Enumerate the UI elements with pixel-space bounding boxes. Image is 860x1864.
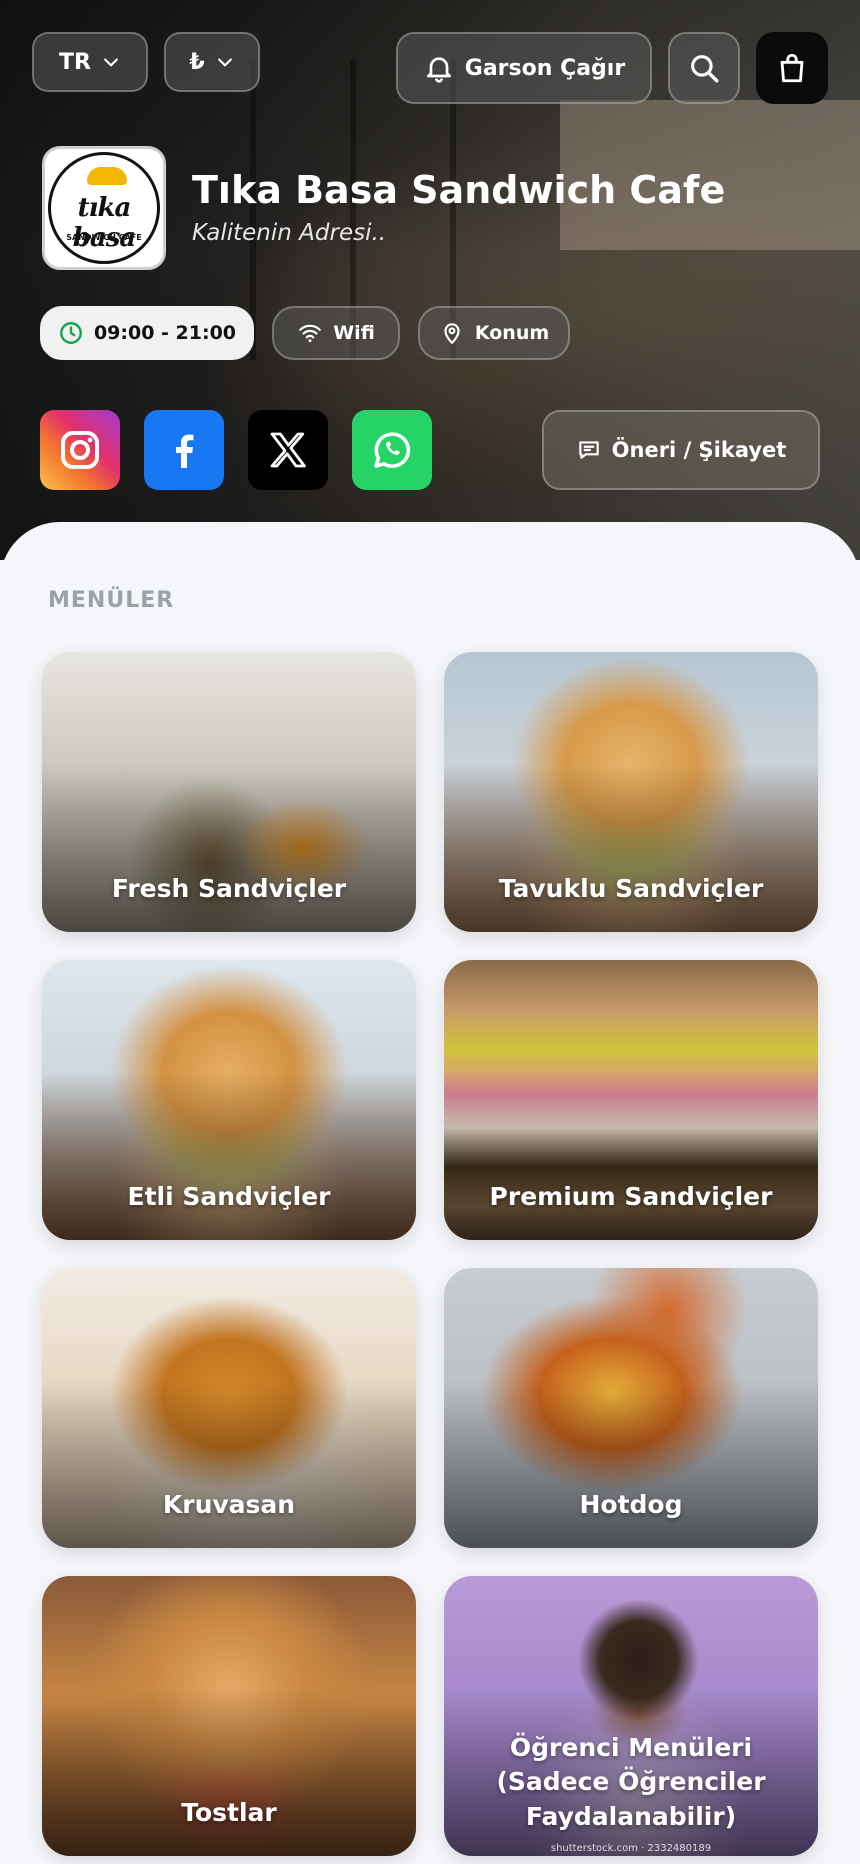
menu-card-premium-sandwiches[interactable]: Premium Sandviçler: [444, 960, 818, 1240]
logo-burger-icon: [87, 167, 127, 185]
hero-header: TR ₺ Garson Çağır tıka basa SANDWICH CAF…: [0, 0, 860, 560]
card-shade: [42, 1380, 416, 1548]
map-pin-icon: [444, 323, 460, 345]
card-shade: [444, 1380, 818, 1548]
section-title: MENÜLER: [48, 588, 175, 613]
menu-card-label: Etli Sandviçler: [127, 1181, 331, 1211]
chat-bubble-icon: [578, 441, 599, 459]
card-shade: [444, 764, 818, 932]
location-button[interactable]: Konum: [418, 306, 570, 360]
menu-card-label: Kruvasan: [162, 1489, 296, 1519]
menu-card-student-menus[interactable]: Öğrenci Menüleri (Sadece Öğrenciler Fayd…: [444, 1576, 818, 1856]
currency-selector[interactable]: ₺: [164, 32, 260, 92]
logo-subtext: SANDWICH CAFE: [66, 233, 142, 242]
whatsapp-icon: [374, 432, 411, 468]
menu-card-label: Öğrenci Menüleri (Sadece Öğrenciler Fayd…: [496, 1732, 766, 1831]
bell-icon: [426, 57, 451, 83]
currency-symbol: ₺: [189, 49, 205, 75]
menu-card-label: Fresh Sandviçler: [111, 873, 347, 903]
x-twitter-button[interactable]: [248, 410, 328, 490]
menu-card-toasts[interactable]: Tostlar: [42, 1576, 416, 1856]
facebook-button[interactable]: [144, 410, 224, 490]
opening-hours: 09:00 - 21:00: [93, 322, 237, 344]
restaurant-tagline: Kalitenin Adresi..: [192, 220, 387, 246]
card-shade: [42, 764, 416, 932]
menu-card-fresh-sandwiches[interactable]: Fresh Sandviçler: [42, 652, 416, 932]
image-watermark: shutterstock.com · 2332480189: [550, 1843, 712, 1854]
restaurant-name: Tıka Basa Sandwich Cafe: [192, 168, 726, 212]
search-button[interactable]: [668, 32, 740, 104]
card-shade: [42, 1688, 416, 1856]
menu-card-croissant[interactable]: Kruvasan: [42, 1268, 416, 1548]
language-code: TR: [59, 49, 91, 75]
menu-card-label: Premium Sandviçler: [489, 1181, 773, 1211]
call-waiter-label: Garson Çağır: [464, 55, 626, 81]
shopping-bag-icon: [780, 53, 804, 83]
menu-card-meat-sandwiches[interactable]: Etli Sandviçler: [42, 960, 416, 1240]
call-waiter-button[interactable]: Garson Çağır: [396, 32, 652, 104]
logo-text: tıka basa: [72, 193, 137, 253]
search-icon: [691, 55, 719, 83]
whatsapp-button[interactable]: [352, 410, 432, 490]
menu-section: MENÜLER Fresh Sandviçler Tavuklu Sandviç…: [0, 522, 860, 1864]
menu-card-hotdog[interactable]: Hotdog: [444, 1268, 818, 1548]
menu-card-chicken-sandwiches[interactable]: Tavuklu Sandviçler: [444, 652, 818, 932]
chevron-down-icon: [104, 58, 118, 67]
opening-hours-badge: 09:00 - 21:00: [40, 306, 254, 360]
menu-card-label: Tostlar: [181, 1797, 277, 1827]
clock-icon: [60, 322, 82, 344]
x-logo-icon: [270, 432, 306, 468]
instagram-button[interactable]: [40, 410, 120, 490]
chevron-down-icon: [217, 58, 232, 67]
menu-card-label: Tavuklu Sandviçler: [498, 873, 764, 903]
card-shade: [42, 1072, 416, 1240]
feedback-button[interactable]: Öneri / Şikayet: [542, 410, 820, 490]
location-label: Konum: [474, 322, 550, 344]
facebook-icon: [176, 434, 194, 468]
cart-button[interactable]: [756, 32, 828, 104]
restaurant-logo: tıka basa SANDWICH CAFE: [42, 146, 166, 270]
card-shade: [444, 1072, 818, 1240]
feedback-label: Öneri / Şikayet: [611, 438, 787, 462]
logo-badge: tıka basa SANDWICH CAFE: [48, 152, 160, 264]
wifi-label: Wifi: [333, 322, 375, 344]
instagram-icon: [61, 431, 99, 469]
wifi-icon: [299, 324, 322, 343]
language-selector[interactable]: TR: [32, 32, 148, 92]
wifi-button[interactable]: Wifi: [272, 306, 400, 360]
menu-card-label: Hotdog: [579, 1489, 683, 1519]
